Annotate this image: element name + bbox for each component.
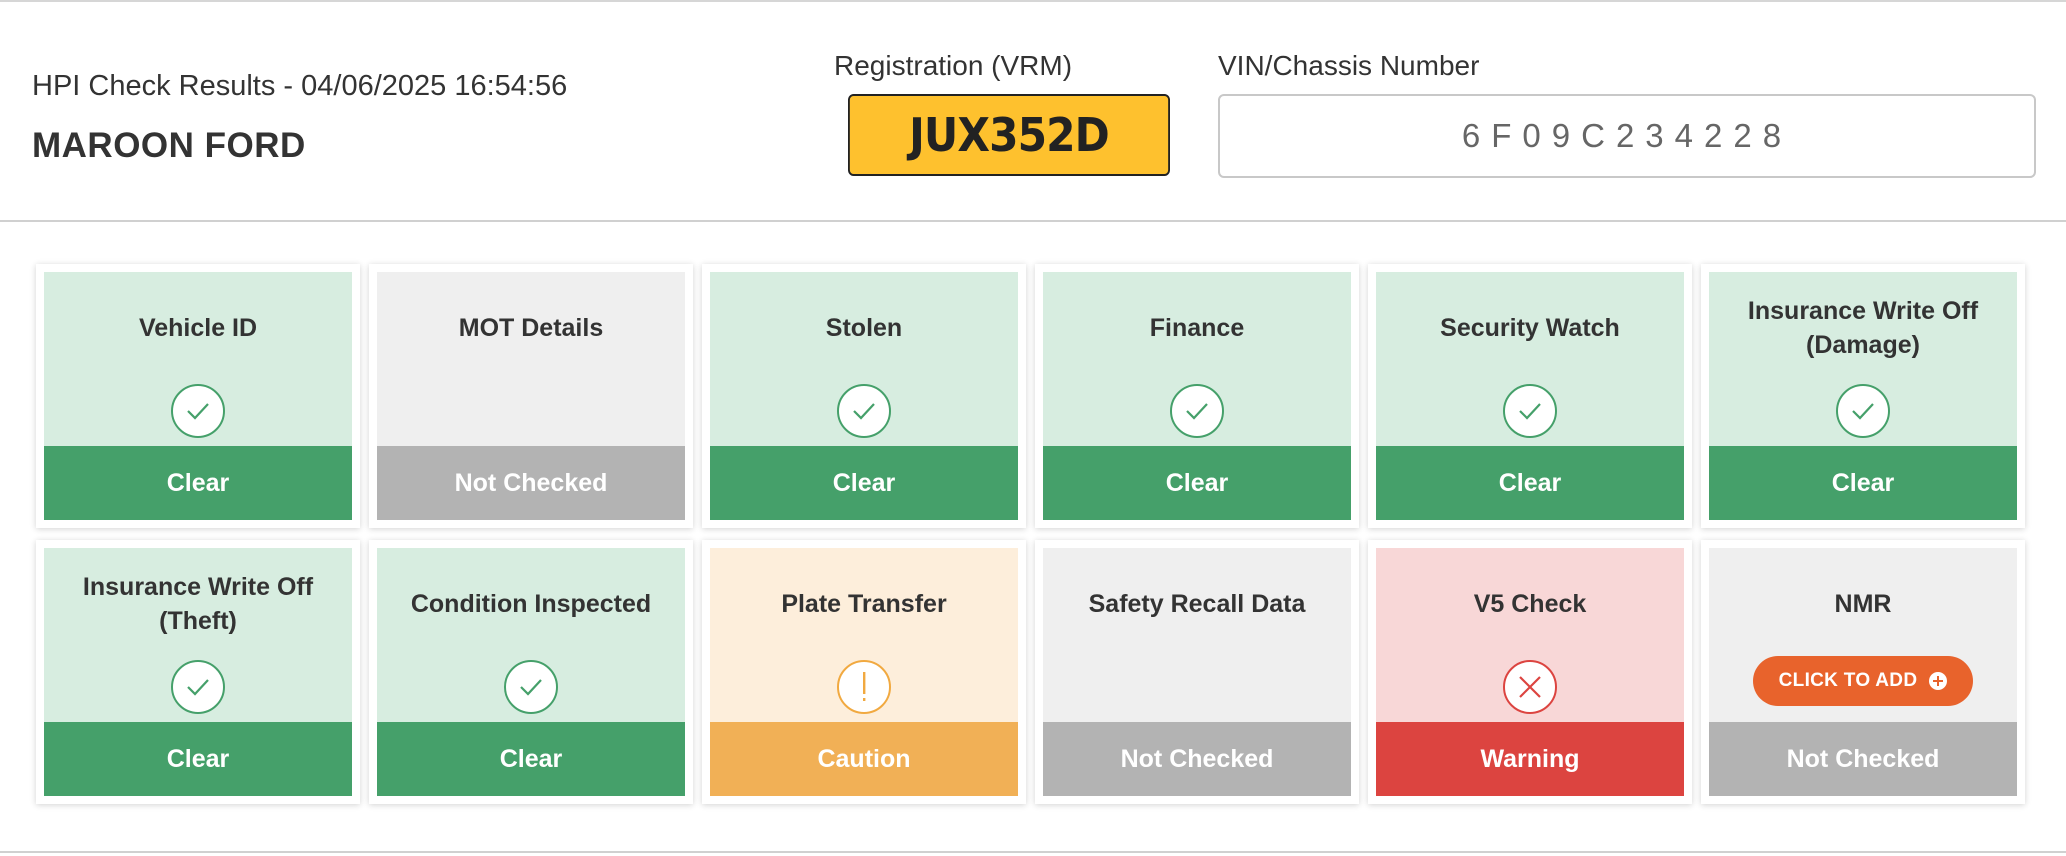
status-badge: Clear	[44, 446, 352, 520]
status-badge: Not Checked	[1709, 722, 2017, 796]
status-badge: Clear	[1043, 446, 1351, 520]
check-icon	[1170, 384, 1224, 438]
status-badge: Not Checked	[377, 446, 685, 520]
card-title: NMR	[1834, 590, 1892, 618]
vrm-label: Registration (VRM)	[834, 50, 1073, 81]
card-title: V5 Check	[1473, 590, 1587, 618]
status-badge: Warning	[1376, 722, 1684, 796]
check-card-stolen[interactable]: Stolen Clear	[702, 264, 1026, 528]
add-button-label: CLICK TO ADD	[1778, 670, 1918, 691]
status-badge: Caution	[710, 722, 1018, 796]
results-header: HPI Check Results - 04/06/2025 16:54:56 …	[0, 2, 2066, 220]
check-icon	[171, 384, 225, 438]
check-card-insurance-write-off-theft[interactable]: Insurance Write Off (Theft) Clear	[36, 540, 360, 804]
check-card-condition-inspected[interactable]: Condition Inspected Clear	[369, 540, 693, 804]
status-badge: Not Checked	[1043, 722, 1351, 796]
status-badge: Clear	[377, 722, 685, 796]
check-results-title: HPI Check Results - 04/06/2025 16:54:56	[32, 70, 568, 102]
vin-field: 6F09C234228	[1218, 94, 2036, 178]
vehicle-name: MAROON FORD	[32, 126, 306, 165]
card-title: Stolen	[825, 314, 903, 342]
click-to-add-button[interactable]: CLICK TO ADD	[1752, 656, 1974, 706]
plus-icon	[1929, 672, 1948, 690]
check-icon	[1503, 384, 1557, 438]
check-card-plate-transfer[interactable]: Plate Transfer Caution	[702, 540, 1026, 804]
check-card-v5-check[interactable]: V5 Check Warning	[1368, 540, 1692, 804]
card-title: MOT Details	[458, 314, 604, 342]
bottom-border	[0, 851, 2066, 853]
check-card-vehicle-id[interactable]: Vehicle ID Clear	[36, 264, 360, 528]
header-divider	[0, 220, 2066, 222]
card-title: Insurance Write Off (Theft)	[82, 573, 314, 635]
card-title: Condition Inspected	[410, 590, 652, 618]
status-badge: Clear	[1709, 446, 2017, 520]
check-icon	[504, 660, 558, 714]
check-card-mot-details[interactable]: MOT Details Not Checked	[369, 264, 693, 528]
card-title: Insurance Write Off (Damage)	[1747, 297, 1979, 359]
status-badge: Clear	[1376, 446, 1684, 520]
check-card-nmr: NMR CLICK TO ADD Not Checked	[1701, 540, 2025, 804]
vin-label: VIN/Chassis Number	[1218, 50, 1480, 81]
status-badge: Clear	[44, 722, 352, 796]
check-icon	[837, 384, 891, 438]
registration-plate: JUX352D	[848, 94, 1170, 176]
check-card-insurance-write-off-damage[interactable]: Insurance Write Off (Damage) Clear	[1701, 264, 2025, 528]
card-title: Security Watch	[1440, 314, 1620, 342]
card-title: Plate Transfer	[781, 590, 947, 618]
check-icon	[1836, 384, 1890, 438]
check-cards-grid: Vehicle ID Clear MOT Details Not Checked…	[36, 264, 2025, 804]
check-card-finance[interactable]: Finance Clear	[1035, 264, 1359, 528]
card-title: Safety Recall Data	[1088, 590, 1306, 618]
card-title: Finance	[1149, 314, 1245, 342]
card-title: Vehicle ID	[138, 314, 258, 342]
check-card-security-watch[interactable]: Security Watch Clear	[1368, 264, 1692, 528]
exclamation-icon	[837, 660, 891, 714]
check-icon	[171, 660, 225, 714]
check-card-safety-recall-data[interactable]: Safety Recall Data Not Checked	[1035, 540, 1359, 804]
cross-icon	[1503, 660, 1557, 714]
status-badge: Clear	[710, 446, 1018, 520]
